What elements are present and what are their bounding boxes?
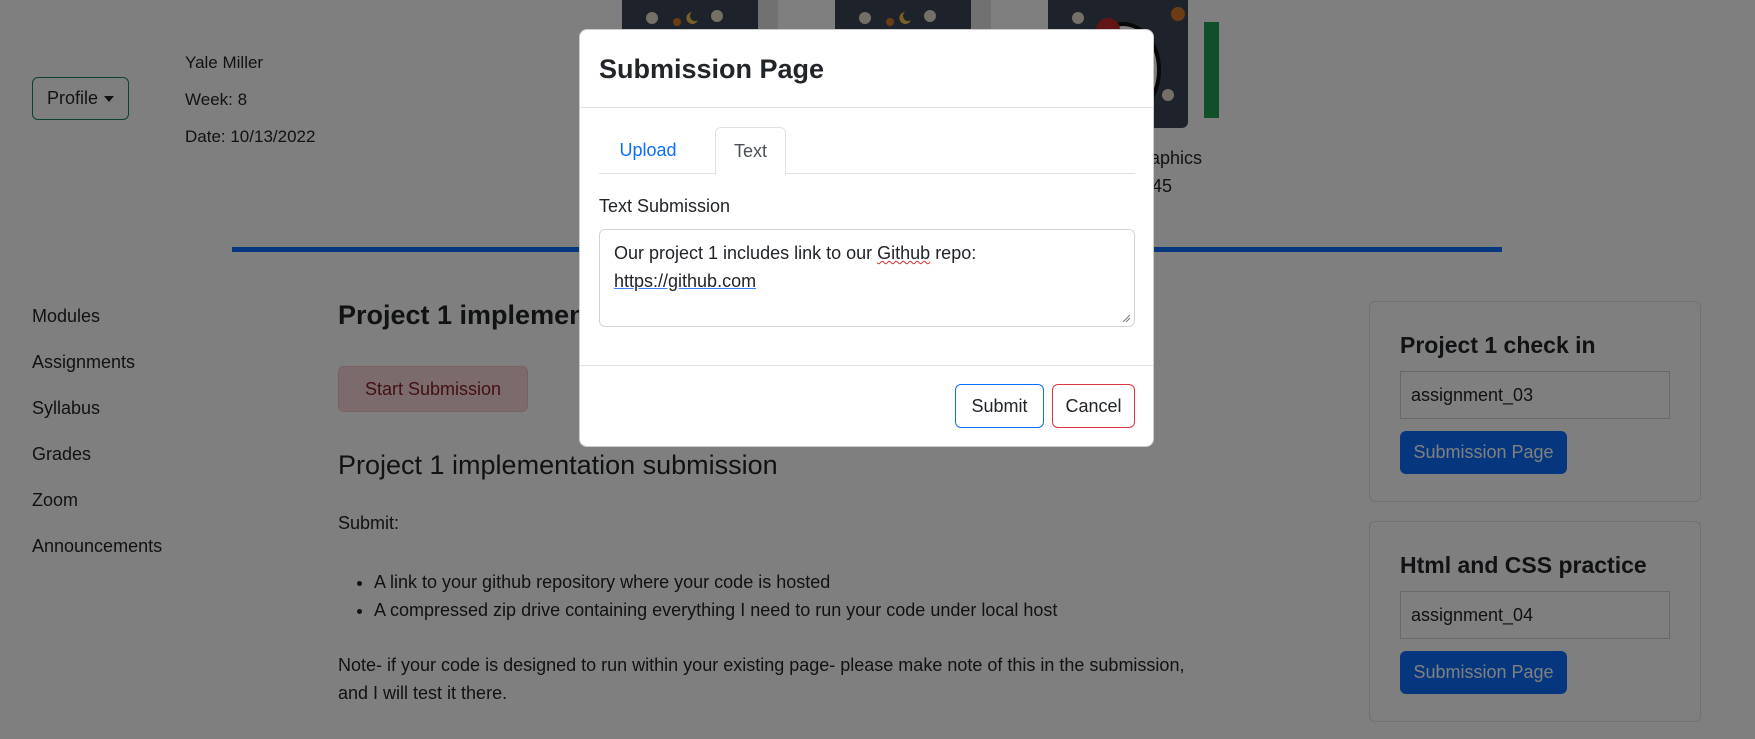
resize-handle-icon[interactable] — [1121, 313, 1131, 323]
modal-footer: Submit Cancel — [580, 366, 1153, 448]
text-submission-textarea[interactable]: Our project 1 includes link to our Githu… — [599, 229, 1135, 327]
submit-button[interactable]: Submit — [955, 384, 1044, 428]
submission-tabs: Upload Text — [599, 127, 1135, 175]
textarea-line: https://github.com — [614, 267, 1120, 295]
modal-title: Submission Page — [599, 54, 825, 84]
submission-modal: Submission Page Upload Text Text Submiss… — [579, 29, 1154, 447]
text-submission-label: Text Submission — [599, 196, 731, 216]
textarea-text: repo: — [930, 243, 977, 263]
repo-link-text: https://github.com — [614, 271, 757, 291]
tab-text[interactable]: Text — [715, 127, 786, 175]
misspelled-word: Github — [877, 243, 931, 263]
modal-header: Submission Page — [580, 30, 1153, 108]
textarea-text: Our project 1 includes link to our — [614, 243, 878, 263]
tab-upload[interactable]: Upload — [599, 127, 697, 174]
modal-body: Upload Text Text Submission Our project … — [580, 108, 1153, 366]
textarea-line: Our project 1 includes link to our Githu… — [614, 239, 1120, 267]
cancel-button[interactable]: Cancel — [1052, 384, 1135, 428]
